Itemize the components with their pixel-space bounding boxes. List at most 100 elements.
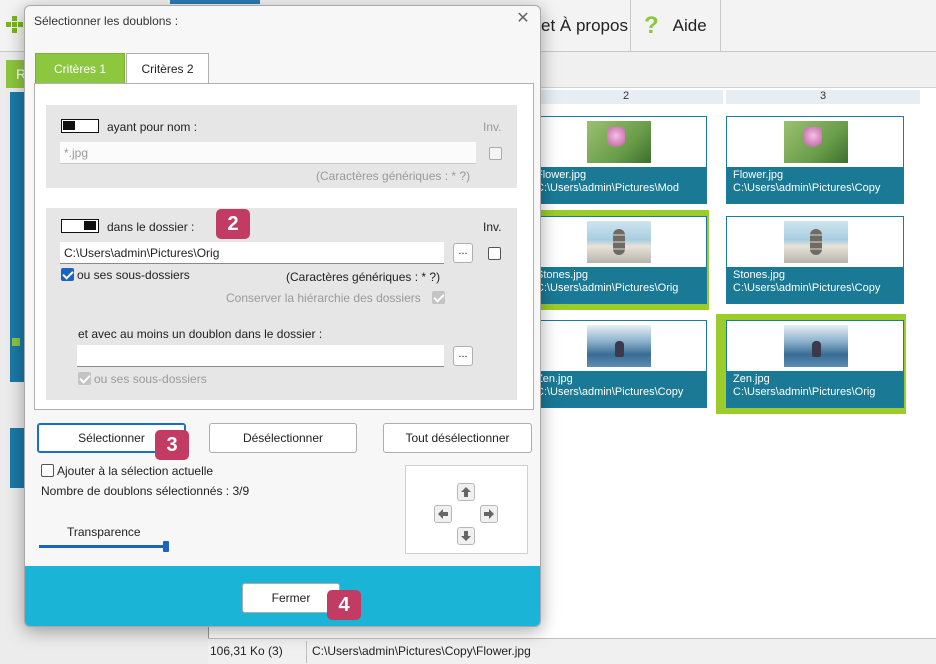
- help-button[interactable]: ? Aide: [644, 0, 707, 52]
- folder-criteria-group: dans le dossier : Inv. ... ou ses sous-d…: [46, 208, 517, 400]
- tab-criteria-1[interactable]: Critères 1: [35, 53, 125, 84]
- other-folder-browse-button[interactable]: ...: [453, 346, 473, 366]
- other-folder-input[interactable]: [77, 345, 444, 367]
- card-label: Zen.jpg C:\Users\admin\Pictures\Copy: [530, 371, 706, 407]
- help-label: Aide: [672, 16, 707, 35]
- status-separator: [306, 641, 307, 663]
- card-filename: Stones.jpg: [733, 269, 785, 281]
- duplicate-card[interactable]: Flower.jpg C:\Users\admin\Pictures\Mod: [519, 110, 709, 210]
- column-header: 3: [726, 90, 920, 104]
- name-inv-label: Inv.: [483, 120, 502, 134]
- close-icon[interactable]: ✕: [514, 10, 532, 28]
- name-inv-checkbox[interactable]: [489, 147, 502, 160]
- card-filename: Flower.jpg: [733, 169, 784, 181]
- duplicate-card[interactable]: Stones.jpg C:\Users\admin\Pictures\Copy: [716, 210, 906, 310]
- card-label: Stones.jpg C:\Users\admin\Pictures\Orig: [530, 267, 706, 303]
- folder-inv-checkbox[interactable]: [488, 247, 501, 260]
- thumbnail-stones: [587, 221, 651, 263]
- card-label: Zen.jpg C:\Users\admin\Pictures\Orig: [727, 371, 903, 407]
- arrow-up-icon[interactable]: [457, 483, 475, 501]
- duplicate-card[interactable]: Stones.jpg C:\Users\admin\Pictures\Orig: [519, 210, 709, 310]
- card-filename: Stones.jpg: [536, 269, 588, 281]
- close-button[interactable]: Fermer: [242, 583, 340, 613]
- thumbnail-flower: [784, 121, 848, 163]
- status-size: 106,31 Ko (3): [210, 644, 283, 658]
- name-toggle[interactable]: [61, 119, 99, 133]
- thumbnail-zen: [784, 325, 848, 367]
- deselect-button[interactable]: Désélectionner: [209, 423, 357, 453]
- thumbnail-zen: [587, 325, 651, 367]
- name-input[interactable]: [60, 142, 476, 164]
- card-frame: Zen.jpg C:\Users\admin\Pictures\Orig: [726, 320, 904, 408]
- card-filename: Zen.jpg: [536, 373, 573, 385]
- dialog-title: Sélectionner les doublons :: [34, 14, 179, 28]
- folder-hint: (Caractères génériques : * ?): [286, 270, 441, 284]
- card-path: C:\Users\admin\Pictures\Orig: [733, 386, 876, 398]
- duplicate-card[interactable]: Zen.jpg C:\Users\admin\Pictures\Orig: [716, 314, 906, 414]
- subfolders-label: ou ses sous-dossiers: [77, 268, 190, 282]
- name-hint: (Caractères génériques : * ?): [316, 169, 471, 183]
- card-label: Flower.jpg C:\Users\admin\Pictures\Copy: [727, 167, 903, 203]
- card-frame: Zen.jpg C:\Users\admin\Pictures\Copy: [529, 320, 707, 408]
- status-bar: 106,31 Ko (3) C:\Users\admin\Pictures\Co…: [208, 638, 936, 664]
- about-label: et À propos: [541, 16, 628, 35]
- arrow-left-icon[interactable]: [434, 505, 452, 523]
- folder-label: dans le dossier :: [107, 220, 195, 234]
- selected-count: Nombre de doublons sélectionnés : 3/9: [41, 484, 250, 498]
- tab-criteria-2[interactable]: Critères 2: [126, 53, 209, 84]
- app-grid-icon[interactable]: [4, 14, 23, 36]
- folder-input[interactable]: [60, 242, 444, 264]
- folder-toggle[interactable]: [61, 219, 99, 233]
- card-label: Stones.jpg C:\Users\admin\Pictures\Copy: [727, 267, 903, 303]
- duplicate-card[interactable]: Flower.jpg C:\Users\admin\Pictures\Copy: [716, 110, 906, 210]
- help-icon: ?: [644, 12, 659, 39]
- name-criteria-group: ayant pour nom : Inv. (Caractères généri…: [46, 105, 517, 188]
- keep-hierarchy-label: Conserver la hiérarchie des dossiers: [226, 291, 421, 305]
- card-path: C:\Users\admin\Pictures\Orig: [536, 282, 679, 294]
- left-indicator: [12, 338, 20, 346]
- duplicate-card[interactable]: Zen.jpg C:\Users\admin\Pictures\Copy: [519, 314, 709, 414]
- card-filename: Zen.jpg: [733, 373, 770, 385]
- card-path: C:\Users\admin\Pictures\Copy: [536, 386, 684, 398]
- other-folder-label: et avec au moins un doublon dans le doss…: [78, 327, 323, 341]
- step-badge-3: 3: [155, 430, 189, 460]
- card-frame: Stones.jpg C:\Users\admin\Pictures\Copy: [726, 216, 904, 304]
- folder-inv-label: Inv.: [483, 220, 502, 234]
- step-badge-4: 4: [327, 590, 361, 620]
- card-label: Flower.jpg C:\Users\admin\Pictures\Mod: [530, 167, 706, 203]
- arrow-right-icon[interactable]: [480, 505, 498, 523]
- toolbar-separator: [720, 0, 721, 52]
- subfolders-checkbox[interactable]: [61, 268, 74, 281]
- other-subfolders-label: ou ses sous-dossiers: [94, 372, 207, 386]
- arrow-down-icon[interactable]: [457, 527, 475, 545]
- add-to-selection-label: Ajouter à la sélection actuelle: [57, 464, 214, 478]
- keep-hierarchy-checkbox[interactable]: [432, 291, 445, 304]
- slider-fill: [39, 545, 169, 548]
- about-button[interactable]: et À propos: [541, 0, 628, 52]
- card-frame: Stones.jpg C:\Users\admin\Pictures\Orig: [529, 216, 707, 304]
- column-header: 2: [529, 90, 723, 104]
- step-badge-2: 2: [216, 209, 250, 239]
- status-path: C:\Users\admin\Pictures\Copy\Flower.jpg: [312, 644, 531, 658]
- select-duplicates-dialog: Sélectionner les doublons : ✕ Critères 1…: [24, 5, 541, 627]
- card-path: C:\Users\admin\Pictures\Mod: [536, 182, 680, 194]
- other-subfolders-checkbox[interactable]: [78, 372, 91, 385]
- tab-panel: ayant pour nom : Inv. (Caractères généri…: [34, 83, 534, 410]
- deselect-all-button[interactable]: Tout désélectionner: [383, 423, 532, 453]
- folder-browse-button[interactable]: ...: [453, 243, 473, 263]
- slider-thumb[interactable]: [163, 541, 169, 552]
- card-frame: Flower.jpg C:\Users\admin\Pictures\Copy: [726, 116, 904, 204]
- active-tab-indicator: [170, 0, 260, 4]
- dialog-footer: Fermer: [25, 566, 540, 626]
- card-frame: Flower.jpg C:\Users\admin\Pictures\Mod: [529, 116, 707, 204]
- move-pad: [405, 465, 528, 554]
- card-filename: Flower.jpg: [536, 169, 587, 181]
- card-path: C:\Users\admin\Pictures\Copy: [733, 182, 881, 194]
- toolbar-separator: [630, 0, 631, 52]
- add-to-selection-checkbox[interactable]: [41, 464, 54, 477]
- card-path: C:\Users\admin\Pictures\Copy: [733, 282, 881, 294]
- thumbnail-flower: [587, 121, 651, 163]
- transparency-slider[interactable]: [39, 541, 169, 552]
- name-label: ayant pour nom :: [107, 120, 198, 134]
- thumbnail-stones: [784, 221, 848, 263]
